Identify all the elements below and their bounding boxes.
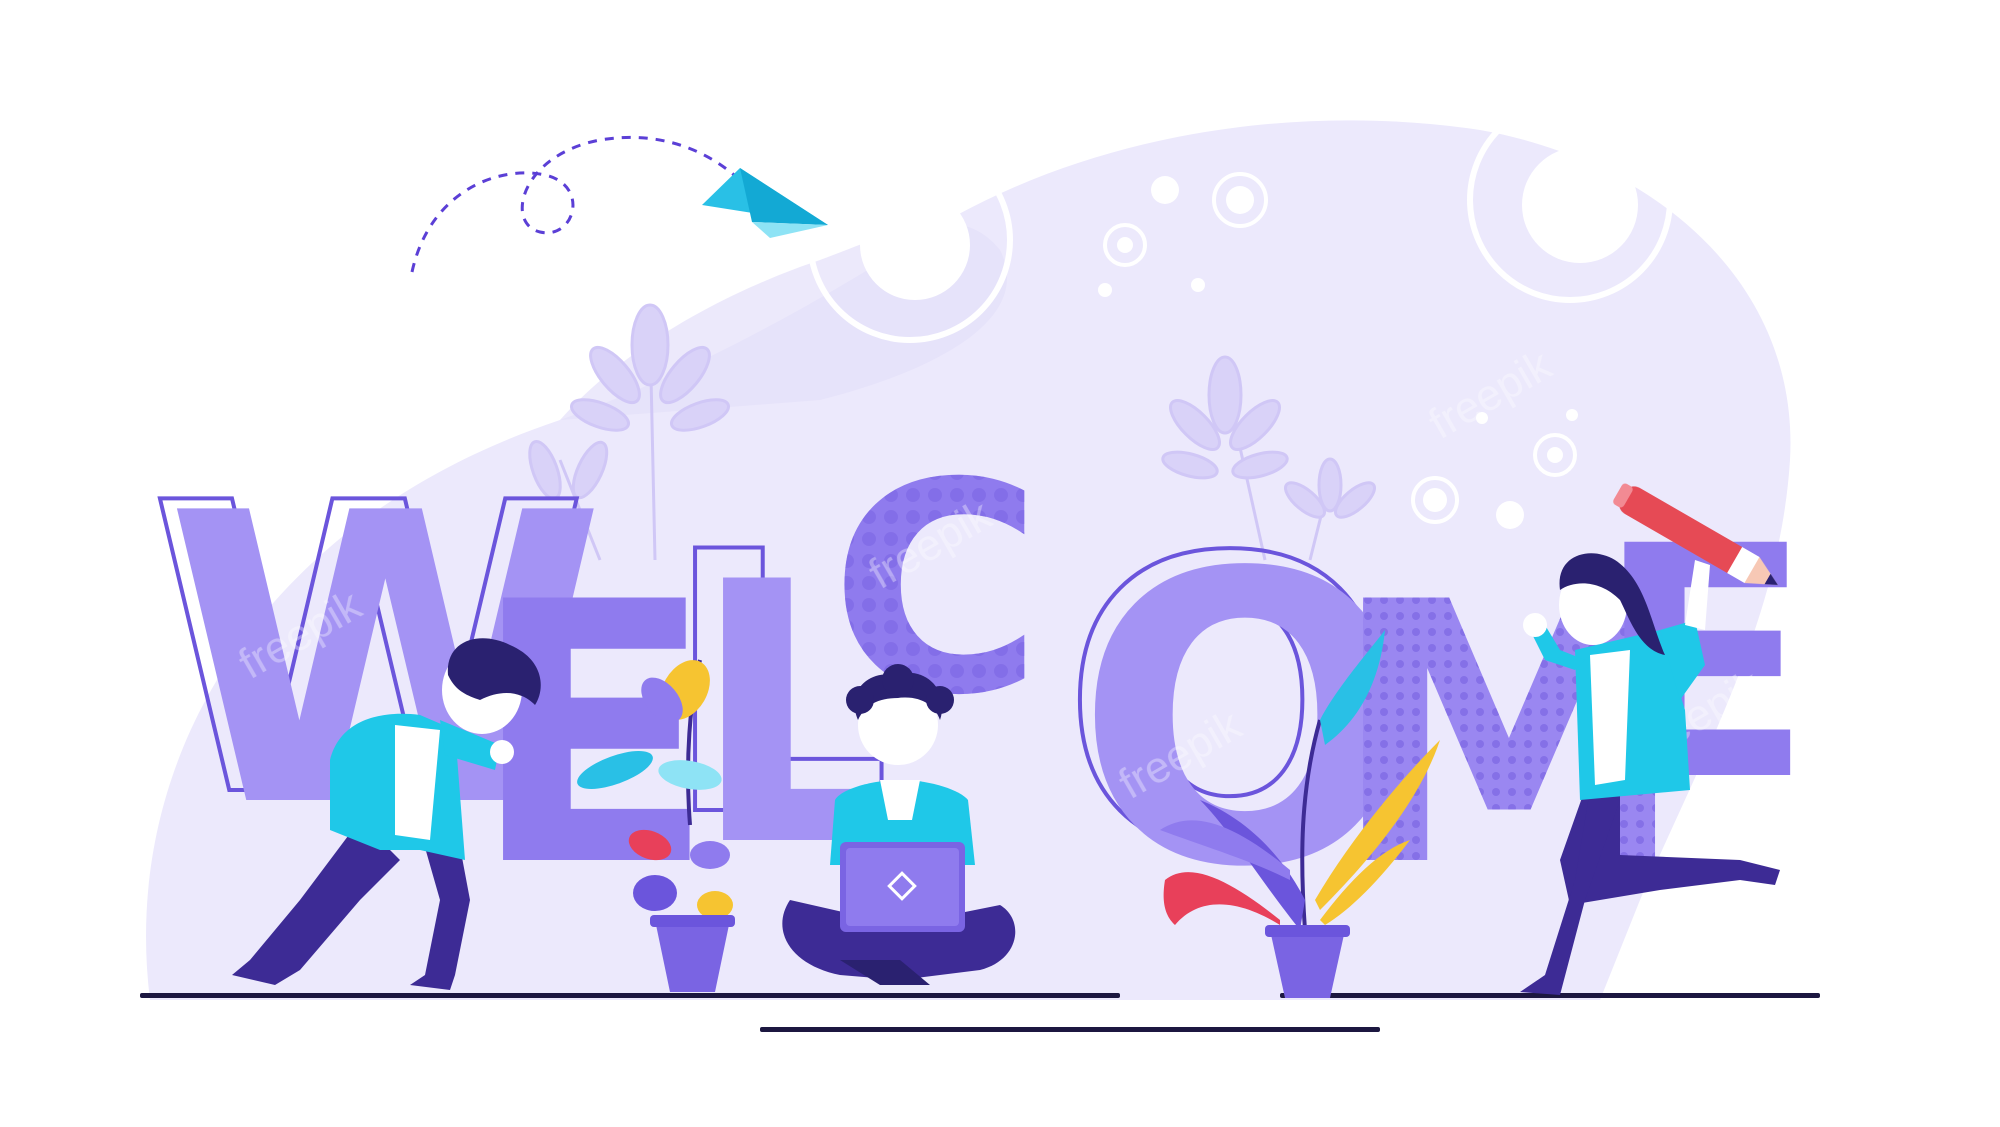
flight-path [410, 135, 747, 273]
laptop-icon [840, 842, 965, 932]
illustration-canvas: W L O W E L C C O M M E freepik freepik … [140, 97, 1820, 1032]
letter-e-first: E [470, 526, 716, 945]
welcome-illustration: W L O W E L C C O M M E freepik freepik … [0, 0, 2000, 1122]
paper-plane-icon [702, 168, 828, 238]
